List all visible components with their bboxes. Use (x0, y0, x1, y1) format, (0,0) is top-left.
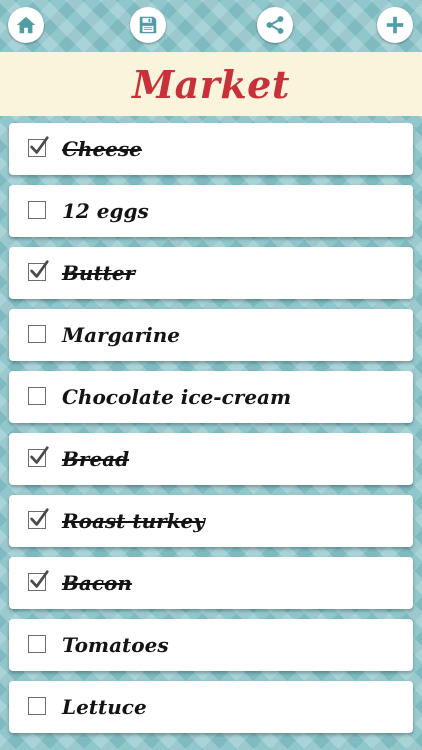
item-label: 12 eggs (62, 199, 149, 223)
home-icon (16, 16, 36, 34)
item-checkbox[interactable] (28, 570, 49, 591)
item-checkbox[interactable] (28, 446, 49, 467)
item-checkbox[interactable] (28, 387, 46, 405)
list-item[interactable]: Chocolate ice-cream (9, 371, 413, 423)
item-checkbox[interactable] (28, 325, 46, 343)
title-bar: Market (0, 52, 422, 116)
checkmark-icon (30, 508, 49, 526)
page-title: Market (132, 61, 290, 107)
list-item[interactable]: Tomatoes (9, 619, 413, 671)
item-label: Butter (62, 261, 136, 285)
save-button[interactable] (130, 7, 166, 43)
share-icon (266, 16, 284, 34)
checkmark-icon (30, 446, 49, 464)
item-label: Roast turkey (62, 509, 205, 533)
item-checkbox[interactable] (28, 260, 49, 281)
item-checkbox[interactable] (28, 508, 49, 529)
item-label: Bacon (62, 571, 132, 595)
item-checkbox[interactable] (28, 697, 46, 715)
plus-icon (386, 16, 404, 34)
checkmark-icon (30, 260, 49, 278)
list-item[interactable]: Lettuce (9, 681, 413, 733)
list-item[interactable]: Cheese (9, 123, 413, 175)
list-item[interactable]: Margarine (9, 309, 413, 361)
shopping-list: Cheese 12 eggs Butter Margarine Chocolate ic… (9, 123, 413, 743)
share-button[interactable] (257, 7, 293, 43)
item-label: Lettuce (62, 695, 147, 719)
item-checkbox[interactable] (28, 136, 49, 157)
list-item[interactable]: Butter (9, 247, 413, 299)
toolbar (0, 0, 422, 50)
list-item[interactable]: 12 eggs (9, 185, 413, 237)
save-icon (139, 16, 157, 34)
item-checkbox[interactable] (28, 201, 46, 219)
item-label: Bread (62, 447, 130, 471)
checkmark-icon (30, 136, 49, 154)
checkmark-icon (30, 570, 49, 588)
item-label: Chocolate ice-cream (62, 385, 292, 409)
list-item[interactable]: Bread (9, 433, 413, 485)
item-label: Margarine (62, 323, 180, 347)
item-label: Tomatoes (62, 633, 169, 657)
list-item[interactable]: Bacon (9, 557, 413, 609)
item-label: Cheese (62, 137, 142, 161)
add-button[interactable] (377, 7, 413, 43)
item-checkbox[interactable] (28, 635, 46, 653)
home-button[interactable] (8, 7, 44, 43)
list-item[interactable]: Roast turkey (9, 495, 413, 547)
